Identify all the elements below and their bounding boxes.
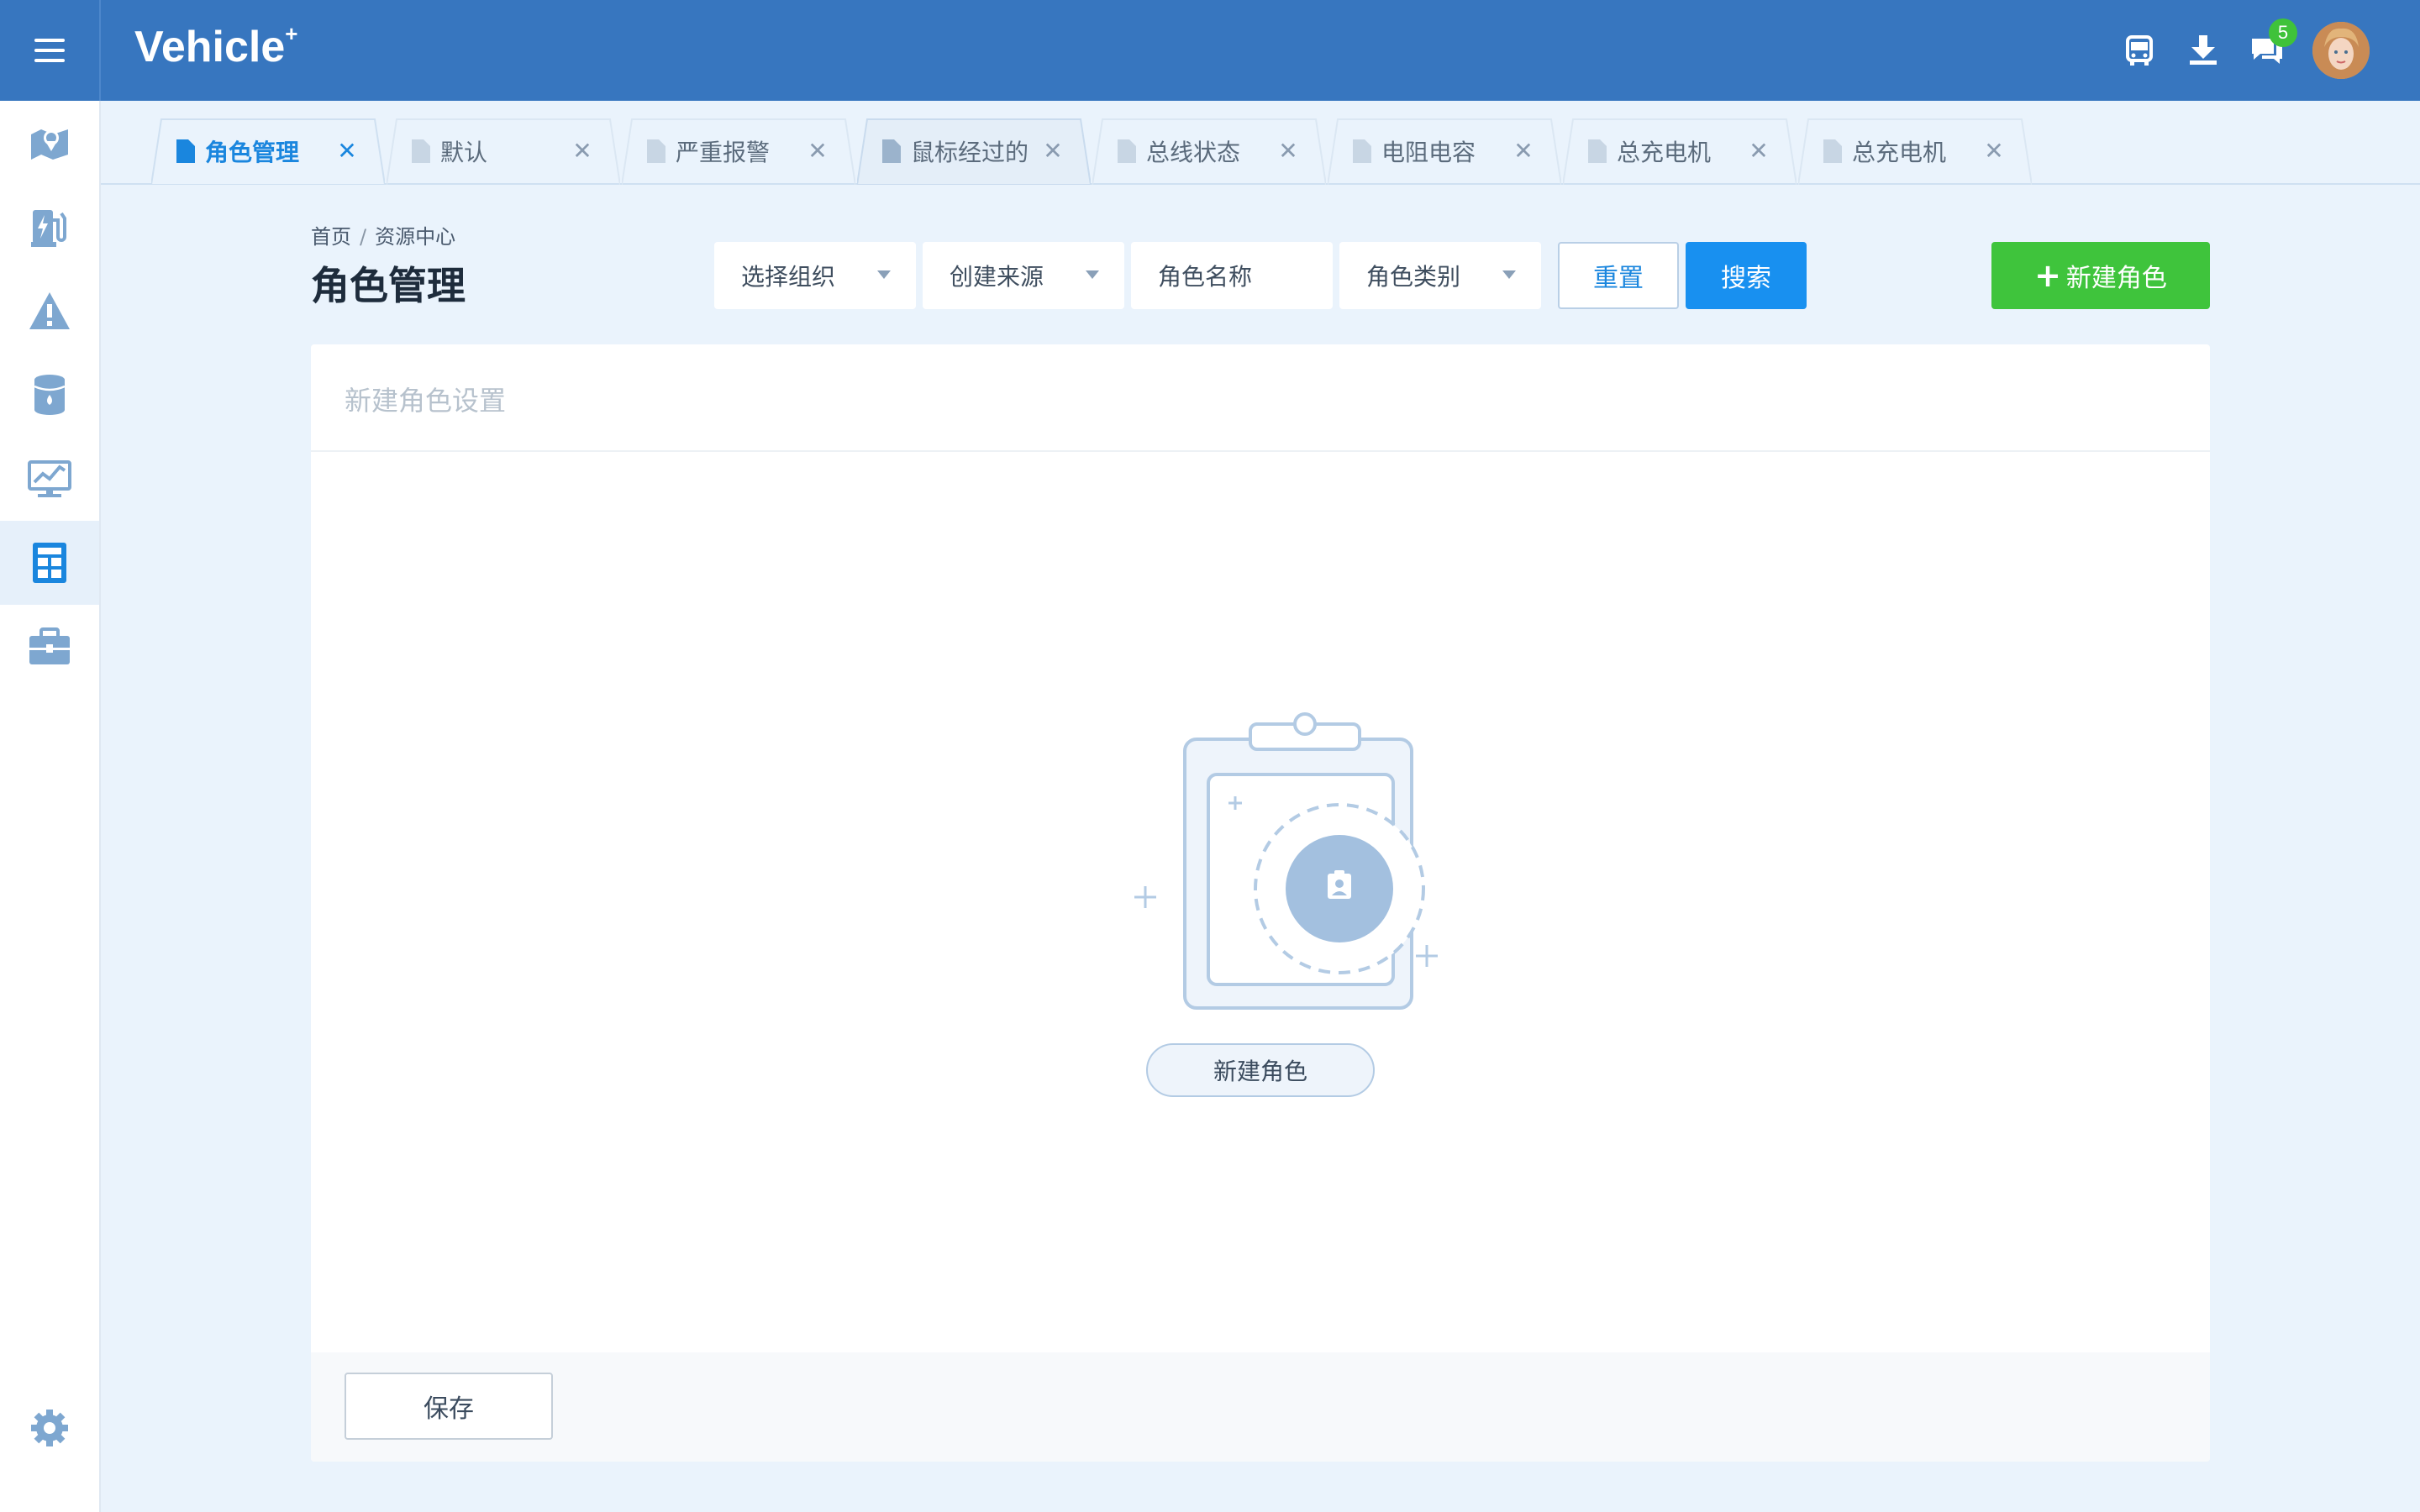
role-name-input[interactable]: 角色名称 xyxy=(1131,242,1333,309)
tab-bus-status[interactable]: 总线状态 ✕ xyxy=(1092,118,1326,185)
sidebar-item-tools[interactable] xyxy=(0,605,99,689)
sidebar-item-resources[interactable] xyxy=(0,521,99,605)
tab-label: 总充电机 xyxy=(1852,139,1947,166)
role-type-select[interactable]: 角色类别 xyxy=(1339,242,1541,309)
caret-down-icon xyxy=(1502,270,1516,279)
org-select[interactable]: 选择组织 xyxy=(714,242,916,309)
logo-text: Vehicle xyxy=(134,23,286,71)
avatar-image xyxy=(2312,22,2370,79)
sidebar-item-alarm[interactable] xyxy=(0,269,99,353)
map-icon xyxy=(31,129,68,160)
tab-resistance-capacitance[interactable]: 电阻电容 ✕ xyxy=(1328,118,1561,185)
grid-icon xyxy=(33,543,66,583)
panel-header: 新建角色设置 xyxy=(311,344,2210,452)
page-title: 角色管理 xyxy=(311,263,466,308)
charging-station-icon xyxy=(31,210,66,247)
close-icon[interactable]: ✕ xyxy=(570,137,595,165)
tab-charger-2[interactable]: 总充电机 ✕ xyxy=(1798,118,2032,185)
close-icon[interactable]: ✕ xyxy=(1746,137,1771,165)
tab-charger-1[interactable]: 总充电机 ✕ xyxy=(1563,118,1797,185)
message-count-badge: 5 xyxy=(2269,18,2297,47)
document-icon xyxy=(882,139,901,163)
sidebar-item-monitor[interactable] xyxy=(0,437,99,521)
plus-icon: + xyxy=(2034,257,2061,294)
sidebar-item-data[interactable] xyxy=(0,353,99,437)
breadcrumb-home[interactable]: 首页 xyxy=(311,225,351,249)
reset-button[interactable]: 重置 xyxy=(1558,242,1679,309)
logo-mark: + xyxy=(285,20,298,46)
tab-label: 角色管理 xyxy=(205,139,300,166)
create-role-button[interactable]: 新建角色 xyxy=(1146,1043,1375,1097)
tab-role-management[interactable]: 角色管理 ✕ xyxy=(151,118,385,185)
close-icon[interactable]: ✕ xyxy=(334,137,360,165)
briefcase-icon xyxy=(29,627,70,664)
tab-severe-alarm[interactable]: 严重报警 ✕ xyxy=(622,118,855,185)
bus-icon[interactable] xyxy=(2121,32,2158,69)
tab-label: 电阻电容 xyxy=(1381,139,1476,166)
source-select[interactable]: 创建来源 xyxy=(923,242,1124,309)
app-logo[interactable]: Vehicle+ xyxy=(134,20,298,72)
document-icon xyxy=(647,139,666,163)
sidebar-item-charging[interactable] xyxy=(0,185,99,269)
new-role-button[interactable]: + 新建角色 xyxy=(1991,242,2210,309)
panel-title: 新建角色设置 xyxy=(345,385,507,417)
top-bar: Vehicle+ 5 xyxy=(0,0,2420,101)
sidebar-item-settings[interactable] xyxy=(0,1386,99,1470)
close-icon[interactable]: ✕ xyxy=(1276,137,1301,165)
role-type-select-label: 角色类别 xyxy=(1366,263,1461,291)
panel-footer: 保存 xyxy=(311,1352,2210,1462)
role-settings-panel: 新建角色设置 新建角色 保存 xyxy=(311,344,2210,1462)
sidebar-item-map[interactable] xyxy=(0,101,99,185)
caret-down-icon xyxy=(1086,270,1099,279)
document-icon xyxy=(176,139,195,163)
hamburger-menu-button[interactable] xyxy=(0,0,101,101)
save-button[interactable]: 保存 xyxy=(345,1373,553,1440)
tab-label: 默认 xyxy=(440,139,488,166)
menu-icon xyxy=(34,39,65,62)
breadcrumb-current[interactable]: 资源中心 xyxy=(375,225,455,249)
document-icon xyxy=(1118,139,1136,163)
close-icon[interactable]: ✕ xyxy=(1981,137,2007,165)
breadcrumb-separator: / xyxy=(360,225,367,249)
warning-icon xyxy=(29,292,70,329)
tab-label: 总线状态 xyxy=(1146,139,1241,166)
tab-label: 总充电机 xyxy=(1617,139,1712,166)
empty-clipboard-illustration xyxy=(1134,712,1438,1010)
sidebar xyxy=(0,101,101,1512)
download-icon[interactable] xyxy=(2185,32,2222,69)
tab-mouse-hover[interactable]: 鼠标经过的标 ✕ xyxy=(857,118,1091,185)
avatar[interactable] xyxy=(2312,22,2370,79)
search-button[interactable]: 搜索 xyxy=(1686,242,1807,309)
new-role-button-label: 新建角色 xyxy=(2065,264,2167,293)
source-select-label: 创建来源 xyxy=(950,263,1044,291)
document-icon xyxy=(412,139,430,163)
document-icon xyxy=(1823,139,1842,163)
tab-default[interactable]: 默认 ✕ xyxy=(387,118,620,185)
tab-label: 鼠标经过的标 xyxy=(911,139,1028,166)
monitor-chart-icon xyxy=(28,460,71,497)
close-icon[interactable]: ✕ xyxy=(1511,137,1536,165)
tab-bar: 角色管理 ✕ 默认 ✕ 严重报警 ✕ 鼠标经过的标 ✕ 总线状态 ✕ xyxy=(101,101,2420,185)
breadcrumb: 首页 / 资源中心 xyxy=(311,220,455,249)
database-icon xyxy=(34,375,66,415)
close-icon[interactable]: ✕ xyxy=(805,137,830,165)
caret-down-icon xyxy=(877,270,891,279)
tab-label: 严重报警 xyxy=(676,139,771,166)
document-icon xyxy=(1588,139,1607,163)
document-icon xyxy=(1353,139,1371,163)
gear-icon xyxy=(31,1410,68,1446)
org-select-label: 选择组织 xyxy=(741,263,836,291)
role-name-placeholder: 角色名称 xyxy=(1158,263,1253,291)
close-icon[interactable]: ✕ xyxy=(1040,137,1065,165)
